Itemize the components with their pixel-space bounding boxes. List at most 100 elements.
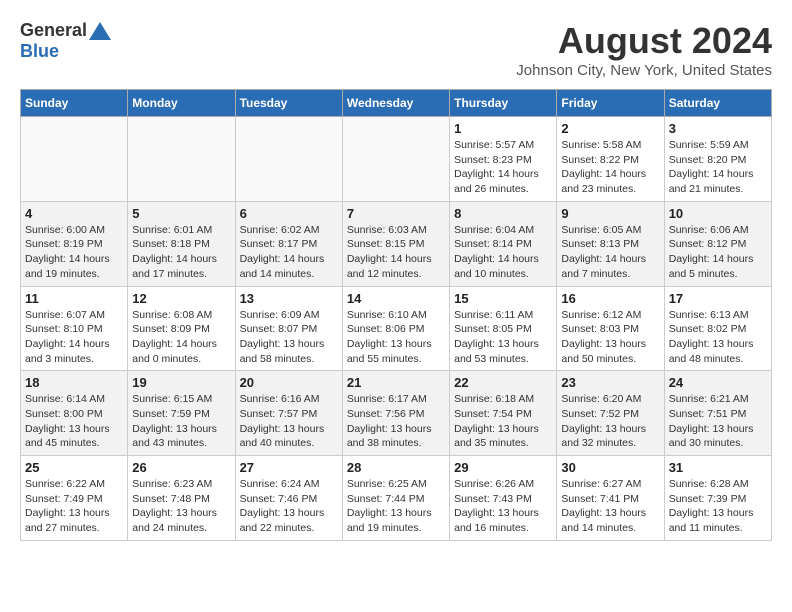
cell-daylight-info: Sunrise: 6:24 AM Sunset: 7:46 PM Dayligh… [240, 477, 338, 536]
cell-daylight-info: Sunrise: 6:25 AM Sunset: 7:44 PM Dayligh… [347, 477, 445, 536]
calendar-cell: 21 Sunrise: 6:17 AM Sunset: 7:56 PM Dayli… [342, 371, 449, 456]
cell-daylight-info: Sunrise: 6:06 AM Sunset: 8:12 PM Dayligh… [669, 223, 767, 282]
cell-date-number: 19 [132, 375, 230, 390]
calendar-week-row: 11Sunrise: 6:07 AM Sunset: 8:10 PM Dayli… [21, 286, 772, 371]
calendar-cell: 31 Sunrise: 6:28 AM Sunset: 7:39 PM Dayli… [664, 456, 771, 541]
cell-date-number: 26 [132, 460, 230, 475]
calendar-cell: 17 Sunrise: 6:13 AM Sunset: 8:02 PM Dayli… [664, 286, 771, 371]
cell-date-number: 5 [132, 206, 230, 221]
cell-date-number: 4 [25, 206, 123, 221]
cell-date-number: 6 [240, 206, 338, 221]
cell-daylight-info: Sunrise: 6:03 AM Sunset: 8:15 PM Dayligh… [347, 223, 445, 282]
page-header: General Blue August 2024 Johnson City, N… [20, 20, 772, 79]
cell-daylight-info: Sunrise: 6:15 AM Sunset: 7:59 PM Dayligh… [132, 392, 230, 451]
weekday-header-saturday: Saturday [664, 90, 771, 117]
cell-daylight-info: Sunrise: 6:01 AM Sunset: 8:18 PM Dayligh… [132, 223, 230, 282]
cell-daylight-info: Sunrise: 5:59 AM Sunset: 8:20 PM Dayligh… [669, 138, 767, 197]
cell-daylight-info: Sunrise: 6:10 AM Sunset: 8:06 PM Dayligh… [347, 308, 445, 367]
calendar-cell: 22 Sunrise: 6:18 AM Sunset: 7:54 PM Dayli… [450, 371, 557, 456]
logo-icon [89, 22, 111, 40]
cell-daylight-info: Sunrise: 6:16 AM Sunset: 7:57 PM Dayligh… [240, 392, 338, 451]
calendar-cell: 18 Sunrise: 6:14 AM Sunset: 8:00 PM Dayli… [21, 371, 128, 456]
cell-daylight-info: Sunrise: 6:14 AM Sunset: 8:00 PM Dayligh… [25, 392, 123, 451]
calendar-cell: 24Sunrise: 6:21 AM Sunset: 7:51 PM Dayli… [664, 371, 771, 456]
cell-daylight-info: Sunrise: 6:23 AM Sunset: 7:48 PM Dayligh… [132, 477, 230, 536]
weekday-header-tuesday: Tuesday [235, 90, 342, 117]
calendar-cell: 9 Sunrise: 6:05 AM Sunset: 8:13 PM Daylig… [557, 201, 664, 286]
calendar-cell: 1Sunrise: 5:57 AM Sunset: 8:23 PM Daylig… [450, 117, 557, 202]
cell-date-number: 9 [561, 206, 659, 221]
calendar-cell [128, 117, 235, 202]
weekday-header-friday: Friday [557, 90, 664, 117]
calendar-cell: 4 Sunrise: 6:00 AM Sunset: 8:19 PM Daylig… [21, 201, 128, 286]
cell-daylight-info: Sunrise: 6:20 AM Sunset: 7:52 PM Dayligh… [561, 392, 659, 451]
cell-daylight-info: Sunrise: 6:00 AM Sunset: 8:19 PM Dayligh… [25, 223, 123, 282]
cell-daylight-info: Sunrise: 6:08 AM Sunset: 8:09 PM Dayligh… [132, 308, 230, 367]
cell-date-number: 21 [347, 375, 445, 390]
cell-date-number: 7 [347, 206, 445, 221]
cell-date-number: 12 [132, 291, 230, 306]
cell-date-number: 13 [240, 291, 338, 306]
calendar-cell [21, 117, 128, 202]
calendar-cell: 19 Sunrise: 6:15 AM Sunset: 7:59 PM Dayli… [128, 371, 235, 456]
cell-date-number: 14 [347, 291, 445, 306]
calendar-week-row: 4 Sunrise: 6:00 AM Sunset: 8:19 PM Daylig… [21, 201, 772, 286]
cell-date-number: 30 [561, 460, 659, 475]
calendar-cell [235, 117, 342, 202]
cell-date-number: 3 [669, 121, 767, 136]
cell-daylight-info: Sunrise: 6:05 AM Sunset: 8:13 PM Dayligh… [561, 223, 659, 282]
calendar-cell: 3 Sunrise: 5:59 AM Sunset: 8:20 PM Daylig… [664, 117, 771, 202]
cell-date-number: 25 [25, 460, 123, 475]
cell-daylight-info: Sunrise: 6:27 AM Sunset: 7:41 PM Dayligh… [561, 477, 659, 536]
cell-date-number: 31 [669, 460, 767, 475]
title-block: August 2024 Johnson City, New York, Unit… [516, 20, 772, 79]
cell-daylight-info: Sunrise: 6:12 AM Sunset: 8:03 PM Dayligh… [561, 308, 659, 367]
cell-daylight-info: Sunrise: 5:58 AM Sunset: 8:22 PM Dayligh… [561, 138, 659, 197]
cell-daylight-info: Sunrise: 6:22 AM Sunset: 7:49 PM Dayligh… [25, 477, 123, 536]
calendar-cell: 26 Sunrise: 6:23 AM Sunset: 7:48 PM Dayli… [128, 456, 235, 541]
cell-daylight-info: Sunrise: 6:09 AM Sunset: 8:07 PM Dayligh… [240, 308, 338, 367]
calendar-cell: 27 Sunrise: 6:24 AM Sunset: 7:46 PM Dayli… [235, 456, 342, 541]
cell-daylight-info: Sunrise: 6:28 AM Sunset: 7:39 PM Dayligh… [669, 477, 767, 536]
calendar-cell: 11Sunrise: 6:07 AM Sunset: 8:10 PM Dayli… [21, 286, 128, 371]
cell-date-number: 10 [669, 206, 767, 221]
calendar-cell [342, 117, 449, 202]
calendar-week-row: 18 Sunrise: 6:14 AM Sunset: 8:00 PM Dayli… [21, 371, 772, 456]
weekday-header-monday: Monday [128, 90, 235, 117]
calendar-week-row: 25 Sunrise: 6:22 AM Sunset: 7:49 PM Dayli… [21, 456, 772, 541]
cell-date-number: 27 [240, 460, 338, 475]
weekday-header-thursday: Thursday [450, 90, 557, 117]
cell-date-number: 28 [347, 460, 445, 475]
cell-date-number: 16 [561, 291, 659, 306]
calendar-week-row: 1Sunrise: 5:57 AM Sunset: 8:23 PM Daylig… [21, 117, 772, 202]
cell-daylight-info: Sunrise: 6:13 AM Sunset: 8:02 PM Dayligh… [669, 308, 767, 367]
cell-daylight-info: Sunrise: 6:18 AM Sunset: 7:54 PM Dayligh… [454, 392, 552, 451]
cell-date-number: 22 [454, 375, 552, 390]
calendar-cell: 15Sunrise: 6:11 AM Sunset: 8:05 PM Dayli… [450, 286, 557, 371]
calendar-cell: 23Sunrise: 6:20 AM Sunset: 7:52 PM Dayli… [557, 371, 664, 456]
cell-date-number: 11 [25, 291, 123, 306]
cell-date-number: 2 [561, 121, 659, 136]
cell-daylight-info: Sunrise: 6:17 AM Sunset: 7:56 PM Dayligh… [347, 392, 445, 451]
cell-date-number: 1 [454, 121, 552, 136]
location-subtitle: Johnson City, New York, United States [516, 62, 772, 79]
cell-daylight-info: Sunrise: 6:21 AM Sunset: 7:51 PM Dayligh… [669, 392, 767, 451]
calendar-cell: 28 Sunrise: 6:25 AM Sunset: 7:44 PM Dayli… [342, 456, 449, 541]
weekday-header-wednesday: Wednesday [342, 90, 449, 117]
calendar-cell: 2 Sunrise: 5:58 AM Sunset: 8:22 PM Daylig… [557, 117, 664, 202]
calendar-cell: 16 Sunrise: 6:12 AM Sunset: 8:03 PM Dayli… [557, 286, 664, 371]
cell-date-number: 8 [454, 206, 552, 221]
calendar-cell: 30 Sunrise: 6:27 AM Sunset: 7:41 PM Dayli… [557, 456, 664, 541]
cell-daylight-info: Sunrise: 6:11 AM Sunset: 8:05 PM Dayligh… [454, 308, 552, 367]
cell-daylight-info: Sunrise: 6:04 AM Sunset: 8:14 PM Dayligh… [454, 223, 552, 282]
calendar-cell: 12 Sunrise: 6:08 AM Sunset: 8:09 PM Dayli… [128, 286, 235, 371]
cell-date-number: 17 [669, 291, 767, 306]
cell-date-number: 29 [454, 460, 552, 475]
calendar-cell: 8 Sunrise: 6:04 AM Sunset: 8:14 PM Daylig… [450, 201, 557, 286]
calendar-cell: 25 Sunrise: 6:22 AM Sunset: 7:49 PM Dayli… [21, 456, 128, 541]
cell-date-number: 18 [25, 375, 123, 390]
logo: General Blue [20, 20, 111, 62]
cell-daylight-info: Sunrise: 6:02 AM Sunset: 8:17 PM Dayligh… [240, 223, 338, 282]
calendar-cell: 6 Sunrise: 6:02 AM Sunset: 8:17 PM Daylig… [235, 201, 342, 286]
logo-general-text: General [20, 20, 87, 41]
